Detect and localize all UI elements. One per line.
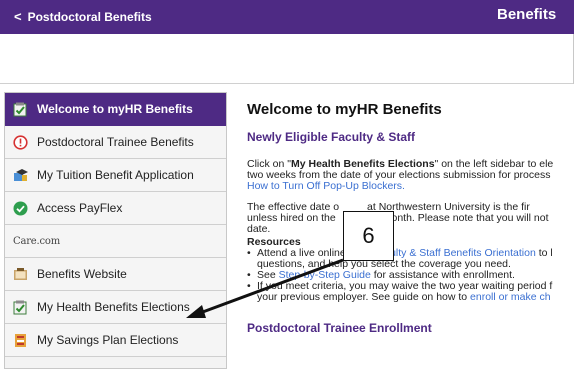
enroll-link[interactable]: enroll or make ch	[470, 291, 551, 303]
paragraph-line: unless hired on the month. Please note th…	[247, 212, 549, 225]
text-fragment: month. Please note that you will not	[382, 212, 549, 224]
paragraph-line: date.	[247, 223, 271, 235]
care-logo: Care.com	[13, 235, 60, 247]
sidebar-item-label: My Tuition Benefit Application	[37, 168, 194, 182]
top-bar: < Postdoctoral Benefits Benefits	[0, 0, 574, 34]
sidebar-item-postdoctoral[interactable]: Postdoctoral Trainee Benefits	[5, 126, 226, 159]
graduation-icon	[13, 168, 28, 183]
popup-blockers-link[interactable]: How to Turn Off Pop-Up Blockers.	[247, 180, 405, 193]
section-heading-newly-eligible: Newly Eligible Faculty & Staff	[247, 130, 416, 144]
sidebar-item-label: Postdoctoral Trainee Benefits	[37, 135, 194, 149]
checklist-icon	[13, 300, 28, 315]
sidebar-item-label: Benefits Website	[37, 267, 127, 281]
list-item-continued: your previous employer. See guide on how…	[257, 292, 551, 303]
checklist-icon	[13, 102, 28, 117]
sidebar-item-care[interactable]: Care.com	[5, 225, 226, 258]
back-link-label: Postdoctoral Benefits	[27, 9, 152, 24]
section-heading-postdoc-enrollment: Postdoctoral Trainee Enrollment	[247, 321, 432, 335]
alert-icon	[13, 134, 28, 150]
sidebar-item-health-elections[interactable]: My Health Benefits Elections	[5, 291, 226, 324]
sidebar-item-benefits-website[interactable]: Benefits Website	[5, 258, 226, 291]
text-fragment: your previous employer. See guide on how…	[257, 291, 471, 303]
back-link[interactable]: < Postdoctoral Benefits	[14, 9, 152, 24]
text-fragment: to l	[535, 247, 553, 259]
page-title: Welcome to myHR Benefits	[247, 101, 442, 118]
sidebar-item-tuition[interactable]: My Tuition Benefit Application	[5, 159, 226, 192]
book-icon	[13, 267, 28, 282]
check-circle-icon	[13, 201, 28, 216]
sidebar-item-label: Access PayFlex	[37, 201, 123, 215]
sidebar-item-savings-elections[interactable]: My Savings Plan Elections	[5, 324, 226, 357]
toolbar-strip	[0, 34, 574, 84]
sidebar: Welcome to myHR Benefits Postdoctoral Tr…	[4, 92, 227, 369]
sidebar-item-payflex[interactable]: Access PayFlex	[5, 192, 226, 225]
main-content: Welcome to myHR Benefits Newly Eligible …	[245, 92, 574, 369]
sidebar-item-label: My Savings Plan Elections	[37, 333, 179, 347]
sidebar-item-label: My Health Benefits Elections	[37, 300, 190, 314]
step-callout: 6	[343, 211, 394, 261]
sidebar-item-welcome[interactable]: Welcome to myHR Benefits	[5, 93, 226, 126]
page-header-title: Benefits	[497, 6, 557, 23]
sidebar-item-label: Welcome to myHR Benefits	[37, 102, 193, 116]
chevron-left-icon: <	[14, 9, 22, 24]
savings-icon	[13, 333, 28, 348]
